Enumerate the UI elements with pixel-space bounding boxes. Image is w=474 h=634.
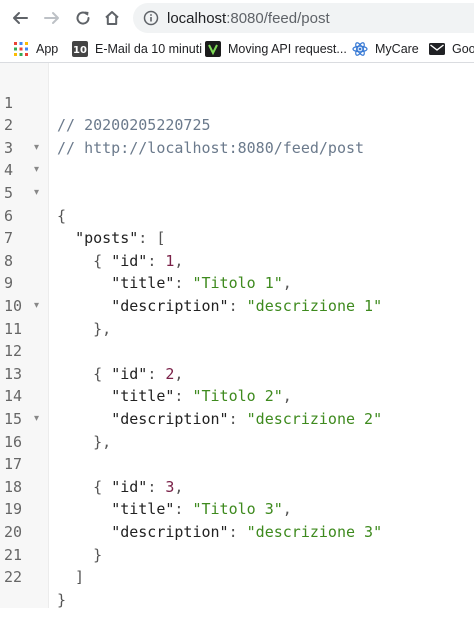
code-line: 1 // 20200205220725 (0, 69, 474, 135)
bookmarks-bar: App 10 E-Mail da 10 minuti Moving API re… (0, 36, 474, 63)
code-line: 11 ▾ { (0, 295, 474, 383)
bookmark-label: Moving API request... (228, 42, 347, 56)
bookmark-label: E-Mail da 10 minuti (95, 42, 202, 56)
url-text: localhost:8080/feed/post (167, 10, 330, 27)
react-atom-icon (352, 41, 368, 57)
forward-button[interactable] (40, 6, 64, 30)
url-host: localhost (167, 9, 227, 27)
code-line: 3 (0, 114, 474, 157)
ten-minute-mail-icon: 10 (72, 41, 88, 57)
bookmark-google[interactable]: Goo (429, 39, 474, 59)
code-line: 17 "id": 3, (4, 455, 184, 496)
bookmark-mycare[interactable]: MyCare (352, 39, 419, 59)
home-button[interactable] (100, 6, 124, 30)
svg-text:10: 10 (73, 45, 87, 56)
code-line: 18 "title": "Titolo 3", (4, 477, 292, 519)
bookmark-moving-api[interactable]: Moving API request... (205, 39, 347, 59)
fold-toggle-icon[interactable]: ▾ (34, 295, 39, 318)
site-info-icon[interactable] (143, 10, 159, 26)
code-line: 16 ▾ { (0, 408, 474, 496)
code-line: 13 "title": "Titolo 2", (4, 364, 292, 406)
back-button[interactable] (8, 6, 32, 30)
mail-envelope-icon (429, 41, 445, 57)
apps-grid-icon (13, 41, 29, 57)
bookmark-ten-minute-mail[interactable]: 10 E-Mail da 10 minuti (72, 39, 202, 59)
fold-toggle-icon[interactable]: ▾ (34, 182, 39, 205)
back-arrow-icon (13, 12, 28, 24)
fold-toggle-icon[interactable]: ▾ (34, 137, 39, 160)
code-line: 19 "description": "descrizione 3" (4, 500, 383, 541)
code-line: 4 ▾ { (0, 137, 474, 225)
fold-toggle-icon[interactable]: ▾ (34, 408, 39, 431)
code-line: 10 }, (0, 272, 474, 338)
code-line: 5 ▾ "posts": [ (0, 159, 474, 247)
address-bar[interactable]: localhost:8080/feed/post (133, 3, 474, 33)
code-line: 2 // http://localhost:8080/feed/post (0, 92, 474, 157)
home-icon (105, 11, 119, 25)
line-number: 22 (4, 568, 23, 587)
code-line: 9 "description": "descrizione 1" (4, 274, 383, 315)
browser-toolbar: localhost:8080/feed/post (0, 0, 474, 36)
reload-button[interactable] (71, 6, 95, 30)
code-line: 14 "description": "descrizione 2" (4, 387, 383, 428)
bookmark-apps[interactable]: App (13, 39, 58, 59)
code-line: 20 } (0, 498, 474, 564)
bracket-close: ] (57, 568, 85, 587)
reload-icon (76, 11, 90, 25)
code-line: 22 } (0, 544, 474, 609)
bookmark-label: MyCare (375, 42, 419, 56)
url-path: :8080/feed/post (226, 9, 330, 27)
code-line: 12 "id": 2, (4, 342, 184, 383)
code-line: 6 ▾ { (0, 182, 474, 270)
code-line: 8 "title": "Titolo 1", (4, 251, 292, 293)
fold-toggle-icon[interactable]: ▾ (34, 159, 39, 182)
code-line: 7 "id": 1, (4, 229, 184, 270)
forward-arrow-icon (44, 12, 59, 24)
code-line: 21 ] (0, 521, 474, 587)
bookmark-favicon-icon (205, 41, 221, 57)
bookmark-label: App (36, 42, 59, 56)
bookmark-label: Goo (452, 42, 474, 56)
code-line: 15 }, (0, 385, 474, 451)
